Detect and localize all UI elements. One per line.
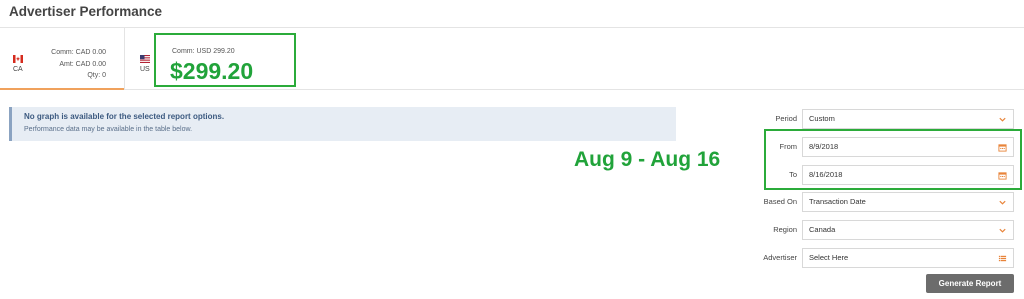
ca-amt: Amt: CAD 0.00 <box>59 60 106 68</box>
advertiser-select[interactable]: Select Here <box>802 248 1014 268</box>
notice-title: No graph is available for the selected r… <box>24 112 225 121</box>
chevron-down-icon <box>999 228 1006 233</box>
tab-ca[interactable]: CA Comm: CAD 0.00 Amt: CAD 0.00 Qty: 0 <box>0 28 124 90</box>
based-on-label: Based On <box>763 197 797 206</box>
chevron-down-icon <box>999 200 1006 205</box>
region-label: Region <box>773 225 797 234</box>
tab-us-code: US <box>140 66 150 73</box>
period-value: Custom <box>809 114 835 123</box>
us-highlight-box <box>154 33 296 87</box>
ca-stats: Comm: CAD 0.00 Amt: CAD 0.00 Qty: 0 <box>44 47 106 82</box>
us-flag-icon <box>140 55 150 63</box>
tab-ca-code: CA <box>13 66 23 73</box>
region-value: Canada <box>809 225 836 234</box>
chevron-down-icon <box>999 117 1006 122</box>
period-label: Period <box>775 114 797 123</box>
advertiser-label: Advertiser <box>763 253 797 262</box>
no-graph-notice: No graph is available for the selected r… <box>9 107 676 141</box>
based-on-select[interactable]: Transaction Date <box>802 192 1014 212</box>
page-title: Advertiser Performance <box>9 4 163 19</box>
period-select[interactable]: Custom <box>802 109 1014 129</box>
dates-highlight-box <box>764 129 1022 190</box>
date-range-callout: Aug 9 - Aug 16 <box>574 148 721 171</box>
ca-qty: Qty: 0 <box>87 72 106 80</box>
canada-flag-icon <box>13 55 23 63</box>
notice-subtitle: Performance data may be available in the… <box>24 126 193 133</box>
generate-report-button[interactable]: Generate Report <box>926 274 1014 293</box>
based-on-value: Transaction Date <box>809 197 866 206</box>
ca-comm: Comm: CAD 0.00 <box>51 49 106 56</box>
advertiser-value: Select Here <box>809 253 849 262</box>
region-select[interactable]: Canada <box>802 220 1014 240</box>
list-icon <box>998 255 1007 262</box>
